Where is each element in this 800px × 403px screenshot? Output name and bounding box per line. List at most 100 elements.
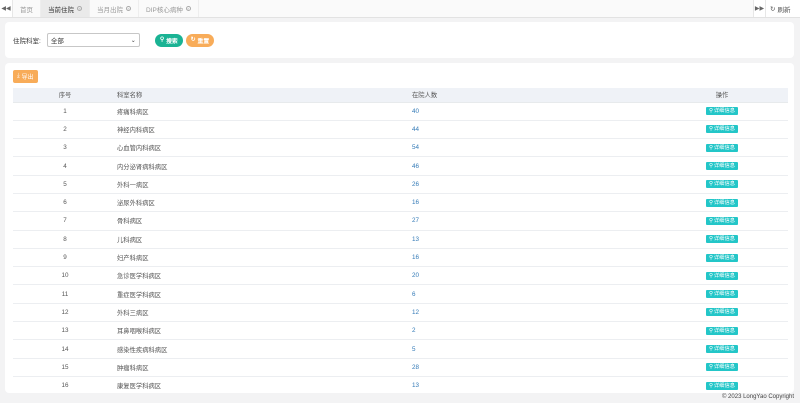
close-tab-icon[interactable]: × xyxy=(77,6,82,11)
col-header-index[interactable]: 序号 xyxy=(13,88,117,103)
tab-label: DIP核心病种 xyxy=(146,6,183,14)
table-row: 6 泌尿外科病区 16 ⚲ 详细信息 xyxy=(13,193,788,213)
row-dept-name: 神经内科病区 xyxy=(117,120,412,140)
detail-button-label: 详细信息 xyxy=(713,144,736,151)
detail-button-label: 详细信息 xyxy=(713,181,736,188)
detail-button[interactable]: ⚲ 详细信息 xyxy=(705,235,739,244)
close-tab-icon[interactable]: × xyxy=(185,6,191,11)
row-inpatient-count[interactable]: 40 xyxy=(412,102,656,121)
footer-copyright: © 2023 LongYao Copyright xyxy=(721,394,794,400)
detail-button[interactable]: ⚲ 详细信息 xyxy=(705,107,739,116)
search-icon: ⚲ xyxy=(708,291,713,298)
detail-button[interactable]: ⚲ 详细信息 xyxy=(705,363,739,372)
row-inpatient-count[interactable]: 44 xyxy=(412,120,656,140)
search-icon: ⚲ xyxy=(708,346,713,352)
detail-button[interactable]: ⚲ 详细信息 xyxy=(705,143,739,152)
row-index: 4 xyxy=(13,156,117,176)
row-inpatient-count[interactable]: 5 xyxy=(412,339,656,359)
row-actions: ⚲ 详细信息 xyxy=(656,102,788,121)
row-inpatient-count[interactable]: 28 xyxy=(412,358,656,377)
table-row: 13 耳鼻咽喉科病区 2 ⚲ 详细信息 xyxy=(13,321,788,341)
row-dept-name: 外科一病区 xyxy=(117,175,412,194)
detail-button[interactable]: ⚲ 详细信息 xyxy=(705,253,739,262)
close-tab-icon[interactable]: × xyxy=(126,6,131,11)
tab-0[interactable]: 首页 xyxy=(13,0,41,17)
table-row: 3 心血管内科病区 54 ⚲ 详细信息 xyxy=(13,138,788,158)
detail-button[interactable]: ⚲ 详细信息 xyxy=(705,381,739,390)
detail-button-label: 详细信息 xyxy=(713,272,736,279)
row-index: 10 xyxy=(13,266,117,286)
detail-button[interactable]: ⚲ 详细信息 xyxy=(705,271,739,280)
export-button[interactable]: ⤓ 导出 xyxy=(13,70,38,83)
col-header-inpatient-count[interactable]: 在院人数 xyxy=(412,88,656,103)
row-actions: ⚲ 详细信息 xyxy=(656,248,788,268)
reset-button[interactable]: ↻ 重置 xyxy=(185,33,215,47)
row-actions: ⚲ 详细信息 xyxy=(656,120,788,140)
table-row: 9 妇产科病区 16 ⚲ 详细信息 xyxy=(13,248,788,268)
row-index: 11 xyxy=(13,284,117,304)
row-inpatient-count[interactable]: 46 xyxy=(412,156,656,176)
row-actions: ⚲ 详细信息 xyxy=(656,193,788,213)
row-dept-name: 内分泌肾病科病区 xyxy=(117,156,412,176)
detail-button[interactable]: ⚲ 详细信息 xyxy=(705,290,739,299)
detail-button-label: 详细信息 xyxy=(713,236,736,243)
detail-button[interactable]: ⚲ 详细信息 xyxy=(705,180,739,189)
detail-button[interactable]: ⚲ 详细信息 xyxy=(705,125,739,134)
refresh-label: 刷新 xyxy=(777,6,791,14)
tab-3[interactable]: DIP核心病种 × xyxy=(139,0,199,17)
row-inpatient-count[interactable]: 13 xyxy=(412,230,656,249)
detail-button[interactable]: ⚲ 详细信息 xyxy=(705,198,739,207)
row-index: 6 xyxy=(13,193,117,213)
row-actions: ⚲ 详细信息 xyxy=(656,303,788,323)
table-row: 11 重症医学科病区 6 ⚲ 详细信息 xyxy=(13,284,788,304)
table-row: 4 内分泌肾病科病区 46 ⚲ 详细信息 xyxy=(13,156,788,176)
search-icon: ⚲ xyxy=(708,364,713,371)
row-inpatient-count[interactable]: 2 xyxy=(412,321,656,341)
row-dept-name: 康复医学科病区 xyxy=(117,376,412,393)
detail-button-label: 详细信息 xyxy=(713,346,736,352)
detail-button[interactable]: ⚲ 详细信息 xyxy=(705,308,739,317)
row-inpatient-count[interactable]: 54 xyxy=(412,138,656,158)
refresh-button[interactable]: ↻ 刷新 xyxy=(766,0,800,17)
row-dept-name: 耳鼻咽喉科病区 xyxy=(117,321,412,341)
row-inpatient-count[interactable]: 13 xyxy=(412,376,656,393)
row-actions: ⚲ 详细信息 xyxy=(656,266,788,286)
row-index: 9 xyxy=(13,248,117,268)
search-icon: ⚲ xyxy=(708,309,713,316)
refresh-icon: ↻ xyxy=(770,5,776,13)
row-inpatient-count[interactable]: 20 xyxy=(412,266,656,286)
table-row: 7 骨科病区 27 ⚲ 详细信息 xyxy=(13,211,788,231)
row-dept-name: 感染性疾病科病区 xyxy=(117,339,412,359)
search-icon: ⚲ xyxy=(708,236,713,243)
row-inpatient-count[interactable]: 12 xyxy=(412,303,656,323)
search-icon: ⚲ xyxy=(708,254,713,261)
dept-select[interactable]: 全部 ⌄ xyxy=(46,33,140,47)
row-actions: ⚲ 详细信息 xyxy=(656,211,788,231)
row-inpatient-count[interactable]: 27 xyxy=(412,211,656,231)
table-row: 14 感染性疾病科病区 5 ⚲ 详细信息 xyxy=(13,339,788,359)
search-icon: ⚲ xyxy=(708,144,713,151)
search-icon: ⚲ xyxy=(708,327,713,334)
search-icon: ⚲ xyxy=(708,272,713,279)
row-actions: ⚲ 详细信息 xyxy=(656,339,788,359)
row-dept-name: 心血管内科病区 xyxy=(117,138,412,158)
row-inpatient-count[interactable]: 26 xyxy=(412,175,656,194)
download-icon: ⤓ xyxy=(17,73,20,79)
row-inpatient-count[interactable]: 16 xyxy=(412,193,656,213)
row-inpatient-count[interactable]: 6 xyxy=(412,284,656,304)
table-row: 10 急诊医学科病区 20 ⚲ 详细信息 xyxy=(13,266,788,286)
detail-button-label: 详细信息 xyxy=(713,163,736,170)
col-header-dept-name[interactable]: 科室名称 xyxy=(117,88,412,103)
detail-button[interactable]: ⚲ 详细信息 xyxy=(705,326,739,335)
detail-button[interactable]: ⚲ 详细信息 xyxy=(705,162,739,171)
tab-2[interactable]: 当月出院 × xyxy=(90,0,139,17)
row-dept-name: 骨科病区 xyxy=(117,211,412,231)
table-row: 15 肿瘤科病区 28 ⚲ 详细信息 xyxy=(13,358,788,377)
row-inpatient-count[interactable]: 16 xyxy=(412,248,656,268)
scroll-left-button[interactable]: ◀◀ xyxy=(0,0,13,17)
detail-button[interactable]: ⚲ 详细信息 xyxy=(705,345,739,353)
tab-1[interactable]: 当前住院 × xyxy=(41,0,90,17)
scroll-right-button[interactable]: ▶▶ xyxy=(753,0,766,17)
detail-button[interactable]: ⚲ 详细信息 xyxy=(705,216,739,225)
search-button[interactable]: ⚲ 搜索 xyxy=(154,33,183,47)
